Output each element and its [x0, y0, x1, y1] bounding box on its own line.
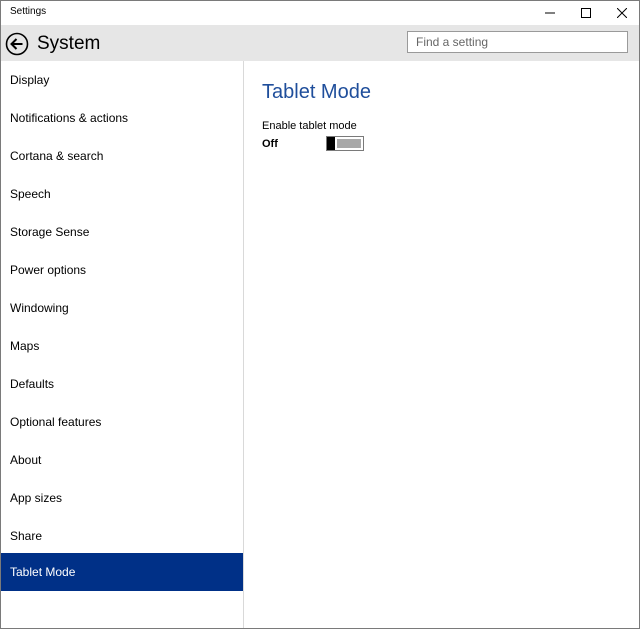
sidebar-item-about[interactable]: About	[1, 441, 243, 479]
window-title: Settings	[10, 6, 47, 17]
settings-header: System	[1, 25, 639, 61]
minimize-icon	[545, 12, 555, 14]
sidebar-item-storage-sense[interactable]: Storage Sense	[1, 213, 243, 251]
sidebar-item-windowing[interactable]: Windowing	[1, 289, 243, 327]
maximize-icon	[581, 8, 591, 18]
sidebar-item-label: Notifications & actions	[10, 111, 129, 125]
sidebar-item-label: About	[10, 453, 42, 467]
sidebar-item-defaults[interactable]: Defaults	[1, 365, 243, 403]
sidebar-item-label: Maps	[10, 339, 40, 353]
sidebar-item-label: Tablet Mode	[10, 565, 76, 579]
minimize-button[interactable]	[533, 1, 567, 25]
sidebar-item-share[interactable]: Share	[1, 517, 243, 555]
settings-window: Settings System Find a setting Display N…	[0, 0, 640, 629]
sidebar-item-cortana[interactable]: Cortana & search	[1, 137, 243, 175]
tablet-mode-setting-label: Enable tablet mode	[262, 120, 357, 132]
sidebar-item-app-sizes[interactable]: App sizes	[1, 479, 243, 517]
toggle-state-label: Off	[262, 138, 278, 150]
sidebar-item-notifications[interactable]: Notifications & actions	[1, 99, 243, 137]
content-pane: Tablet Mode Enable tablet mode Off	[244, 61, 639, 628]
toggle-track	[337, 139, 361, 148]
maximize-button[interactable]	[569, 1, 603, 25]
sidebar-item-label: Speech	[10, 187, 51, 201]
section-title: System	[37, 33, 101, 54]
sidebar-item-display[interactable]: Display	[1, 61, 243, 99]
sidebar-item-label: Storage Sense	[10, 225, 90, 239]
tablet-mode-toggle[interactable]	[326, 136, 364, 151]
sidebar-item-label: Cortana & search	[10, 149, 104, 163]
sidebar: Display Notifications & actions Cortana …	[1, 61, 244, 628]
page-title: Tablet Mode	[262, 81, 371, 103]
back-arrow-icon	[5, 32, 29, 56]
sidebar-item-label: Share	[10, 529, 43, 543]
sidebar-item-label: App sizes	[10, 491, 63, 505]
search-box[interactable]	[407, 31, 628, 53]
sidebar-item-optional-features[interactable]: Optional features	[1, 403, 243, 441]
close-button[interactable]	[605, 1, 639, 25]
toggle-knob	[327, 137, 335, 150]
sidebar-item-label: Display	[10, 73, 50, 87]
sidebar-item-label: Optional features	[10, 415, 102, 429]
sidebar-item-maps[interactable]: Maps	[1, 327, 243, 365]
sidebar-item-label: Power options	[10, 263, 87, 277]
search-input[interactable]	[408, 32, 616, 52]
sidebar-item-label: Windowing	[10, 301, 69, 315]
sidebar-item-label: Defaults	[10, 377, 55, 391]
sidebar-item-power-options[interactable]: Power options	[1, 251, 243, 289]
close-icon	[617, 8, 627, 18]
sidebar-item-tablet-mode[interactable]: Tablet Mode	[1, 553, 243, 591]
sidebar-item-speech[interactable]: Speech	[1, 175, 243, 213]
back-button[interactable]	[5, 32, 29, 56]
title-bar: Settings	[1, 1, 639, 25]
